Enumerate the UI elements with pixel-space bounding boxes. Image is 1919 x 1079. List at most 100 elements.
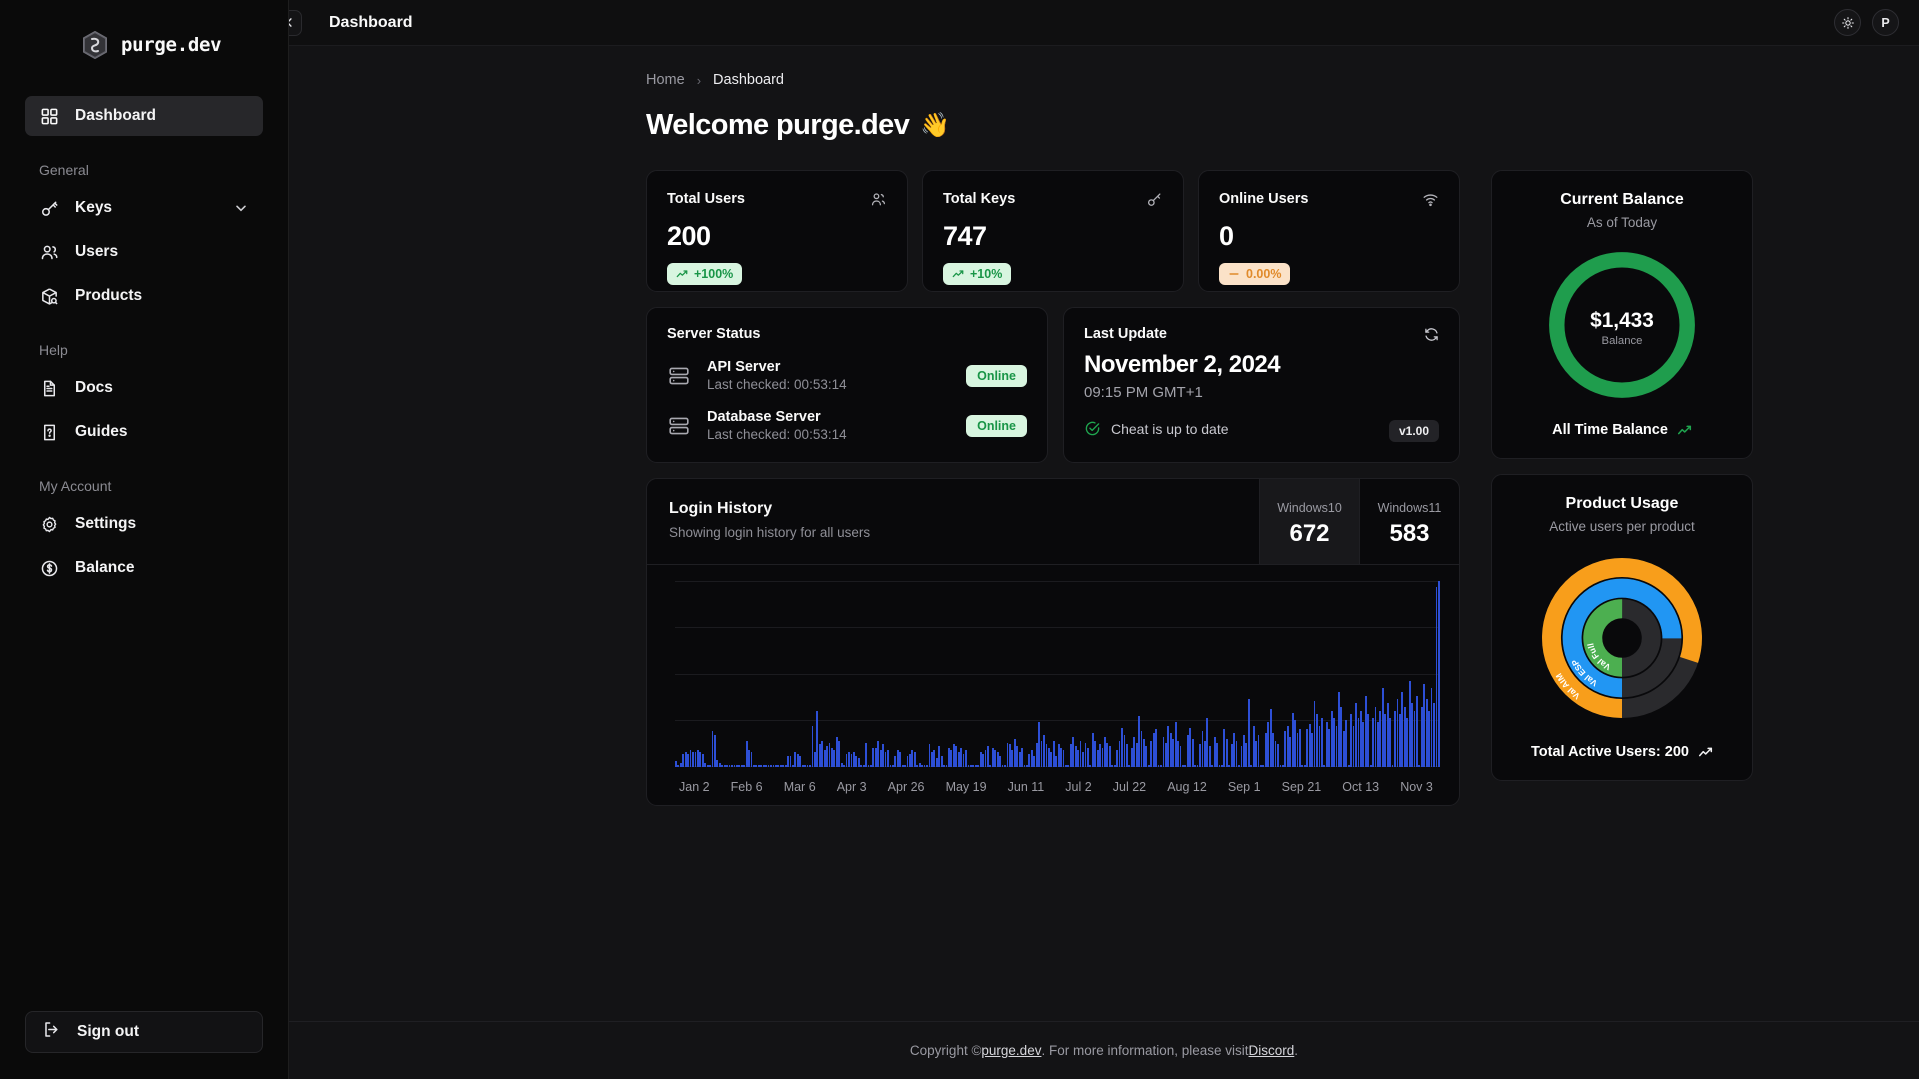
sign-out-container: Sign out (0, 1011, 288, 1079)
key-icon (39, 198, 59, 218)
gear-icon (39, 514, 59, 534)
chart-x-axis: Jan 2 Feb 6 Mar 6 Apr 3 Apr 26 May 19 Jun 11 Ju… (675, 767, 1439, 794)
os-label: Windows11 (1377, 501, 1442, 515)
update-status-text: Cheat is up to date (1111, 420, 1229, 437)
balance-label: Balance (1602, 335, 1643, 347)
chart-x-tick: Sep 1 (1227, 780, 1261, 794)
server-row: API Server Last checked: 00:53:14 Online (667, 359, 1027, 392)
chart-bar (1320, 718, 1323, 767)
stat-value: 0 (1219, 221, 1234, 251)
chart-bar (1216, 742, 1218, 767)
brand-name: purge.dev (121, 34, 222, 56)
badge-label: +10% (970, 267, 1003, 281)
chart-bar (865, 742, 867, 767)
footer-brand-link[interactable]: purge.dev (981, 1043, 1041, 1058)
stat-card-total-keys: Total Keys 747 +10% (922, 170, 1184, 292)
last-update-time: 09:15 PM GMT+1 (1084, 384, 1203, 401)
login-history-chart: Jan 2 Feb 6 Mar 6 Apr 3 Apr 26 May 19 Jun 11 Ju… (647, 565, 1459, 805)
sidebar-item-keys[interactable]: Keys (25, 188, 263, 228)
footer-discord-link[interactable]: Discord (1249, 1043, 1295, 1058)
dollar-circle-icon (39, 558, 59, 578)
sidebar-item-products[interactable]: Products (25, 276, 263, 316)
sign-out-label: Sign out (77, 1023, 139, 1040)
os-value: 583 (1389, 520, 1430, 547)
trend-up-icon (1677, 425, 1691, 434)
chart-bar (1235, 740, 1238, 767)
status-badge: 0.00% (1219, 263, 1291, 285)
sidebar-item-dashboard[interactable]: Dashboard (25, 96, 263, 136)
stat-cards: Total Users 200 +100% Total Keys 747 +10… (646, 170, 1460, 292)
breadcrumb-home[interactable]: Home (646, 72, 685, 88)
chart-bar (1247, 699, 1250, 767)
last-update-card: Last Update November 2, 2024 09:15 PM GM… (1063, 307, 1460, 463)
card-title: Product Usage (1565, 495, 1679, 512)
server-row: Database Server Last checked: 00:53:14 O… (667, 409, 1027, 442)
breadcrumb: Home › Dashboard (646, 72, 1799, 88)
chart-bar (1299, 729, 1301, 767)
update-status: Cheat is up to date (1084, 420, 1439, 437)
chart-bar (1155, 729, 1158, 767)
chart-x-tick: Nov 3 (1400, 780, 1433, 794)
right-column: Current Balance As of Today $1,433 Balan… (1491, 170, 1753, 781)
sidebar-item-guides[interactable]: Guides (25, 412, 263, 452)
check-circle-icon (1085, 421, 1100, 436)
sidebar-item-label: Balance (75, 559, 135, 576)
sidebar-group-general: General (39, 162, 89, 178)
dashboard-content: Home › Dashboard Welcome purge.dev 👋 Tot… (289, 46, 1919, 1021)
stat-card-total-users: Total Users 200 +100% (646, 170, 908, 292)
sun-icon (1841, 16, 1854, 29)
login-history-subtitle: Showing login history for all users (669, 525, 871, 540)
trend-up-icon (1698, 747, 1713, 756)
sign-out-button[interactable]: Sign out (25, 1011, 263, 1053)
avatar[interactable]: P (1872, 9, 1899, 36)
all-time-balance-footer[interactable]: All Time Balance (1510, 422, 1734, 438)
login-history-title: Login History (669, 500, 773, 517)
chart-x-tick: Apr 26 (887, 780, 925, 794)
refresh-icon[interactable] (1423, 326, 1440, 348)
sidebar-item-label: Guides (75, 423, 128, 440)
os-stat-windows10[interactable]: Windows10 672 (1259, 479, 1359, 564)
os-stat-windows11[interactable]: Windows11 583 (1359, 479, 1459, 564)
status-badge: +10% (943, 263, 1012, 285)
chevron-down-icon[interactable] (233, 200, 249, 216)
chart-x-tick: Sep 21 (1281, 780, 1322, 794)
dashboard-grid: Total Users 200 +100% Total Keys 747 +10… (646, 170, 1799, 806)
file-text-icon (39, 378, 59, 398)
wifi-icon (1422, 191, 1439, 213)
stat-value: 747 (943, 221, 987, 251)
breadcrumb-separator: › (696, 72, 702, 88)
card-title: Server Status (667, 326, 761, 342)
chart-x-tick: Apr 3 (836, 780, 867, 794)
sidebar-item-users[interactable]: Users (25, 232, 263, 272)
os-label: Windows10 (1277, 501, 1342, 515)
os-value: 672 (1289, 520, 1330, 547)
sidebar-item-balance[interactable]: Balance (25, 548, 263, 588)
topbar-actions: P (1834, 9, 1899, 36)
stat-label: Total Keys (943, 191, 1016, 207)
sidebar-item-settings[interactable]: Settings (25, 504, 263, 544)
card-title: Last Update (1084, 326, 1167, 342)
sidebar-item-label: Keys (75, 199, 113, 216)
theme-toggle-button[interactable] (1834, 9, 1861, 36)
chart-x-tick: Jun 11 (1007, 780, 1045, 794)
server-last-checked: Last checked: 00:53:14 (707, 377, 847, 392)
brand[interactable]: purge.dev (0, 0, 288, 68)
sidebar: purge.dev Dashboard General Keys Users P… (0, 0, 289, 1079)
minus-icon (1229, 273, 1239, 275)
breadcrumb-current: Dashboard (713, 72, 784, 88)
users-icon (39, 242, 59, 262)
chart-bar (1108, 746, 1111, 767)
sidebar-item-docs[interactable]: Docs (25, 368, 263, 408)
chart-bar (1145, 746, 1148, 767)
chart-bar (1257, 735, 1260, 767)
badge-label: +100% (694, 267, 734, 281)
app-root: purge.dev Dashboard General Keys Users P… (0, 0, 1919, 1079)
login-history-card: Login History Showing login history for … (646, 478, 1460, 806)
avatar-initial: P (1881, 15, 1890, 30)
card-subtitle: As of Today (1586, 215, 1658, 230)
footer-prefix: Copyright © (909, 1043, 982, 1058)
status-badge: Online (966, 414, 1027, 437)
total-active-users-footer[interactable]: Total Active Users: 200 (1510, 744, 1734, 760)
footer-suffix: . (1294, 1043, 1299, 1058)
sidebar-item-label: Settings (75, 515, 137, 532)
